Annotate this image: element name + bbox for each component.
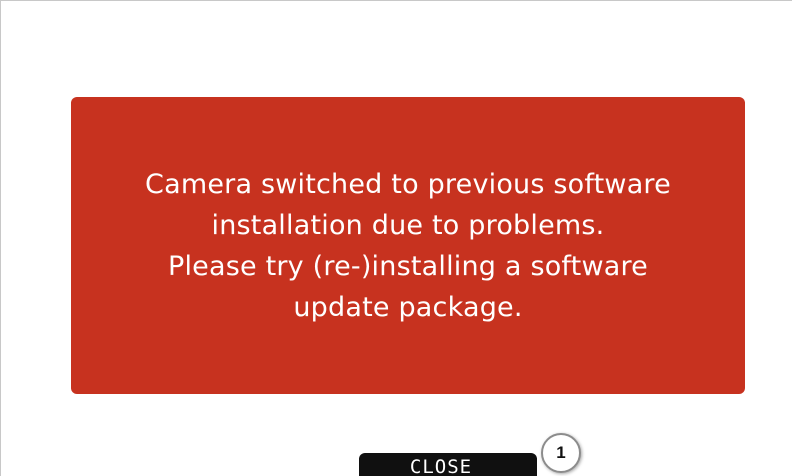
callout-marker: 1 — [541, 433, 581, 473]
error-message: Camera switched to previous software ins… — [125, 164, 691, 328]
error-message-line-1: Camera switched to previous software — [145, 168, 671, 200]
error-alert-box: Camera switched to previous software ins… — [71, 97, 745, 394]
error-message-line-3: Please try (re-)installing a software — [167, 250, 648, 282]
error-message-line-4: update package. — [293, 291, 523, 323]
error-message-line-2: installation due to problems. — [211, 209, 605, 241]
close-button[interactable]: CLOSE — [359, 453, 537, 476]
camera-screen: Camera switched to previous software ins… — [0, 0, 792, 476]
